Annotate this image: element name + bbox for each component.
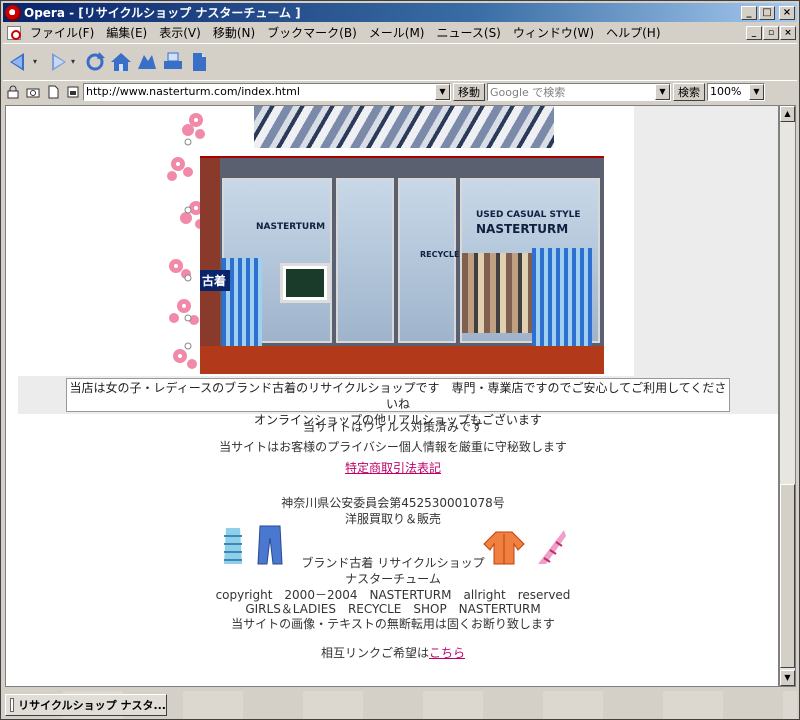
photo-label-brand-right: NASTERTURM (476, 222, 569, 236)
back-dropdown-icon[interactable]: ▾ (33, 57, 41, 66)
virus-notice: 当サイトはウィルス対策済みです (302, 420, 483, 434)
scroll-down-arrow-icon[interactable]: ▼ (780, 670, 795, 686)
home-icon[interactable] (109, 49, 133, 75)
title-bar: Opera - [リサイクルショップ ナスターチューム ] _ □ × (3, 3, 797, 22)
reload-icon[interactable] (83, 49, 107, 75)
scrollbar-thumb[interactable] (780, 484, 795, 668)
zoom-select[interactable]: 100% ▼ (707, 82, 765, 101)
close-button[interactable]: × (779, 5, 795, 20)
license-number: 神奈川県公安委員会第452530001078号 (281, 496, 505, 510)
hotlist-icon[interactable] (135, 49, 159, 75)
notice-line-1: 当店は女の子・レディースのブランド古着のリサイクルショップです 専門・専業店です… (69, 381, 727, 411)
menu-news[interactable]: ニュース(S) (430, 24, 506, 41)
zoom-value: 100% (710, 85, 742, 98)
forward-dropdown-icon[interactable]: ▾ (71, 57, 79, 66)
link-request-row: 相互リンクご希望はこちら (6, 644, 778, 661)
privacy-notice: 当サイトはお客様のプライバシー個人情報を厳重に守秘致します (219, 440, 567, 454)
menu-view[interactable]: 表示(V) (153, 24, 207, 41)
mdi-minimize-button[interactable]: _ (746, 25, 762, 40)
menu-file[interactable]: ファイル(F) (24, 24, 100, 41)
scroll-up-arrow-icon[interactable]: ▲ (780, 106, 795, 122)
window-title: Opera - [リサイクルショップ ナスターチューム ] (24, 6, 301, 20)
right-gray-column (634, 106, 778, 412)
photo-label-recycle: RECYCLE (420, 250, 460, 259)
back-arrow-icon[interactable] (7, 49, 31, 75)
document-icon[interactable] (7, 25, 21, 40)
menu-navigate[interactable]: 移動(N) (207, 24, 261, 41)
mdi-close-button[interactable]: × (780, 25, 796, 40)
search-engine-dropdown-icon[interactable]: ▼ (655, 83, 670, 100)
maximize-button[interactable]: □ (759, 5, 775, 20)
go-button[interactable]: 移動 (453, 82, 485, 101)
photo-label-kanji: 古着 (200, 270, 230, 291)
page-icon[interactable] (187, 49, 211, 75)
binder-rings-decoration (184, 138, 192, 350)
vertical-scrollbar[interactable]: ▲ ▼ (779, 105, 796, 687)
storefront-photo: USED CASUAL STYLE NASTERTURM NASTERTURM … (200, 156, 604, 374)
page-tab[interactable]: リサイクルショップ ナスタ... (5, 694, 167, 716)
print-icon[interactable] (161, 49, 185, 75)
page-info-icon[interactable] (46, 85, 60, 99)
search-button[interactable]: 検索 (673, 82, 705, 101)
photo-label-used-casual: USED CASUAL STYLE (476, 210, 581, 220)
link-request-text: 相互リンクご希望は (320, 646, 429, 660)
mdi-restore-button[interactable]: ▫ (763, 25, 779, 40)
menu-help[interactable]: ヘルプ(H) (600, 24, 666, 41)
commercial-law-link[interactable]: 特定商取引法表記 (345, 461, 441, 475)
intro-notice-box: 当店は女の子・レディースのブランド古着のリサイクルショップです 専門・専業店です… (66, 378, 730, 427)
shop-name-line-1: ブランド古着 リサイクルショップ (301, 556, 485, 570)
shop-name-line-2: ナスターチューム (345, 572, 441, 586)
menu-bookmarks[interactable]: ブックマーク(B) (261, 24, 363, 41)
camera-icon[interactable] (26, 85, 40, 99)
link-request-here-link[interactable]: こちら (429, 646, 465, 660)
browser-window: Opera - [リサイクルショップ ナスターチューム ] _ □ × ファイル… (0, 0, 800, 720)
business-type: 洋服買取り＆販売 (344, 512, 441, 526)
page-tab-bar: リサイクルショップ ナスタ... (3, 691, 797, 719)
search-placeholder: Google で検索 (490, 85, 566, 99)
search-input[interactable]: Google で検索 ▼ (487, 82, 671, 101)
photo-label-brand-left: NASTERTURM (256, 222, 326, 232)
web-page: USED CASUAL STYLE NASTERTURM NASTERTURM … (6, 106, 778, 686)
address-dropdown-icon[interactable]: ▼ (435, 83, 450, 100)
top-clothing-photo (254, 106, 554, 148)
menu-mail[interactable]: メール(M) (363, 24, 431, 41)
page-tab-icon (10, 698, 15, 712)
menu-window[interactable]: ウィンドウ(W) (507, 24, 600, 41)
user-mode-icon[interactable] (66, 85, 80, 99)
law-link-row: 特定商取引法表記 (6, 459, 778, 476)
page-tab-label: リサイクルショップ ナスタ... (18, 699, 166, 712)
security-lock-icon[interactable] (6, 85, 20, 99)
opera-logo-icon (5, 4, 21, 21)
address-input[interactable]: http://www.nasterturm.com/index.html ▼ (83, 82, 451, 101)
menu-edit[interactable]: 編集(E) (100, 24, 153, 41)
no-copy-notice: 当サイトの画像・テキストの無断転用は固くお断り致します (231, 617, 555, 631)
minimize-button[interactable]: _ (741, 5, 757, 20)
address-bar: http://www.nasterturm.com/index.html ▼ 移… (3, 80, 797, 102)
address-url: http://www.nasterturm.com/index.html (86, 85, 300, 98)
forward-arrow-icon[interactable] (45, 49, 69, 75)
zoom-dropdown-icon[interactable]: ▼ (749, 83, 764, 100)
menu-bar: ファイル(F) 編集(E) 表示(V) 移動(N) ブックマーク(B) メール(… (3, 23, 797, 42)
navigation-toolbar: ▾ ▾ (3, 43, 797, 79)
page-viewport: USED CASUAL STYLE NASTERTURM NASTERTURM … (5, 105, 779, 687)
